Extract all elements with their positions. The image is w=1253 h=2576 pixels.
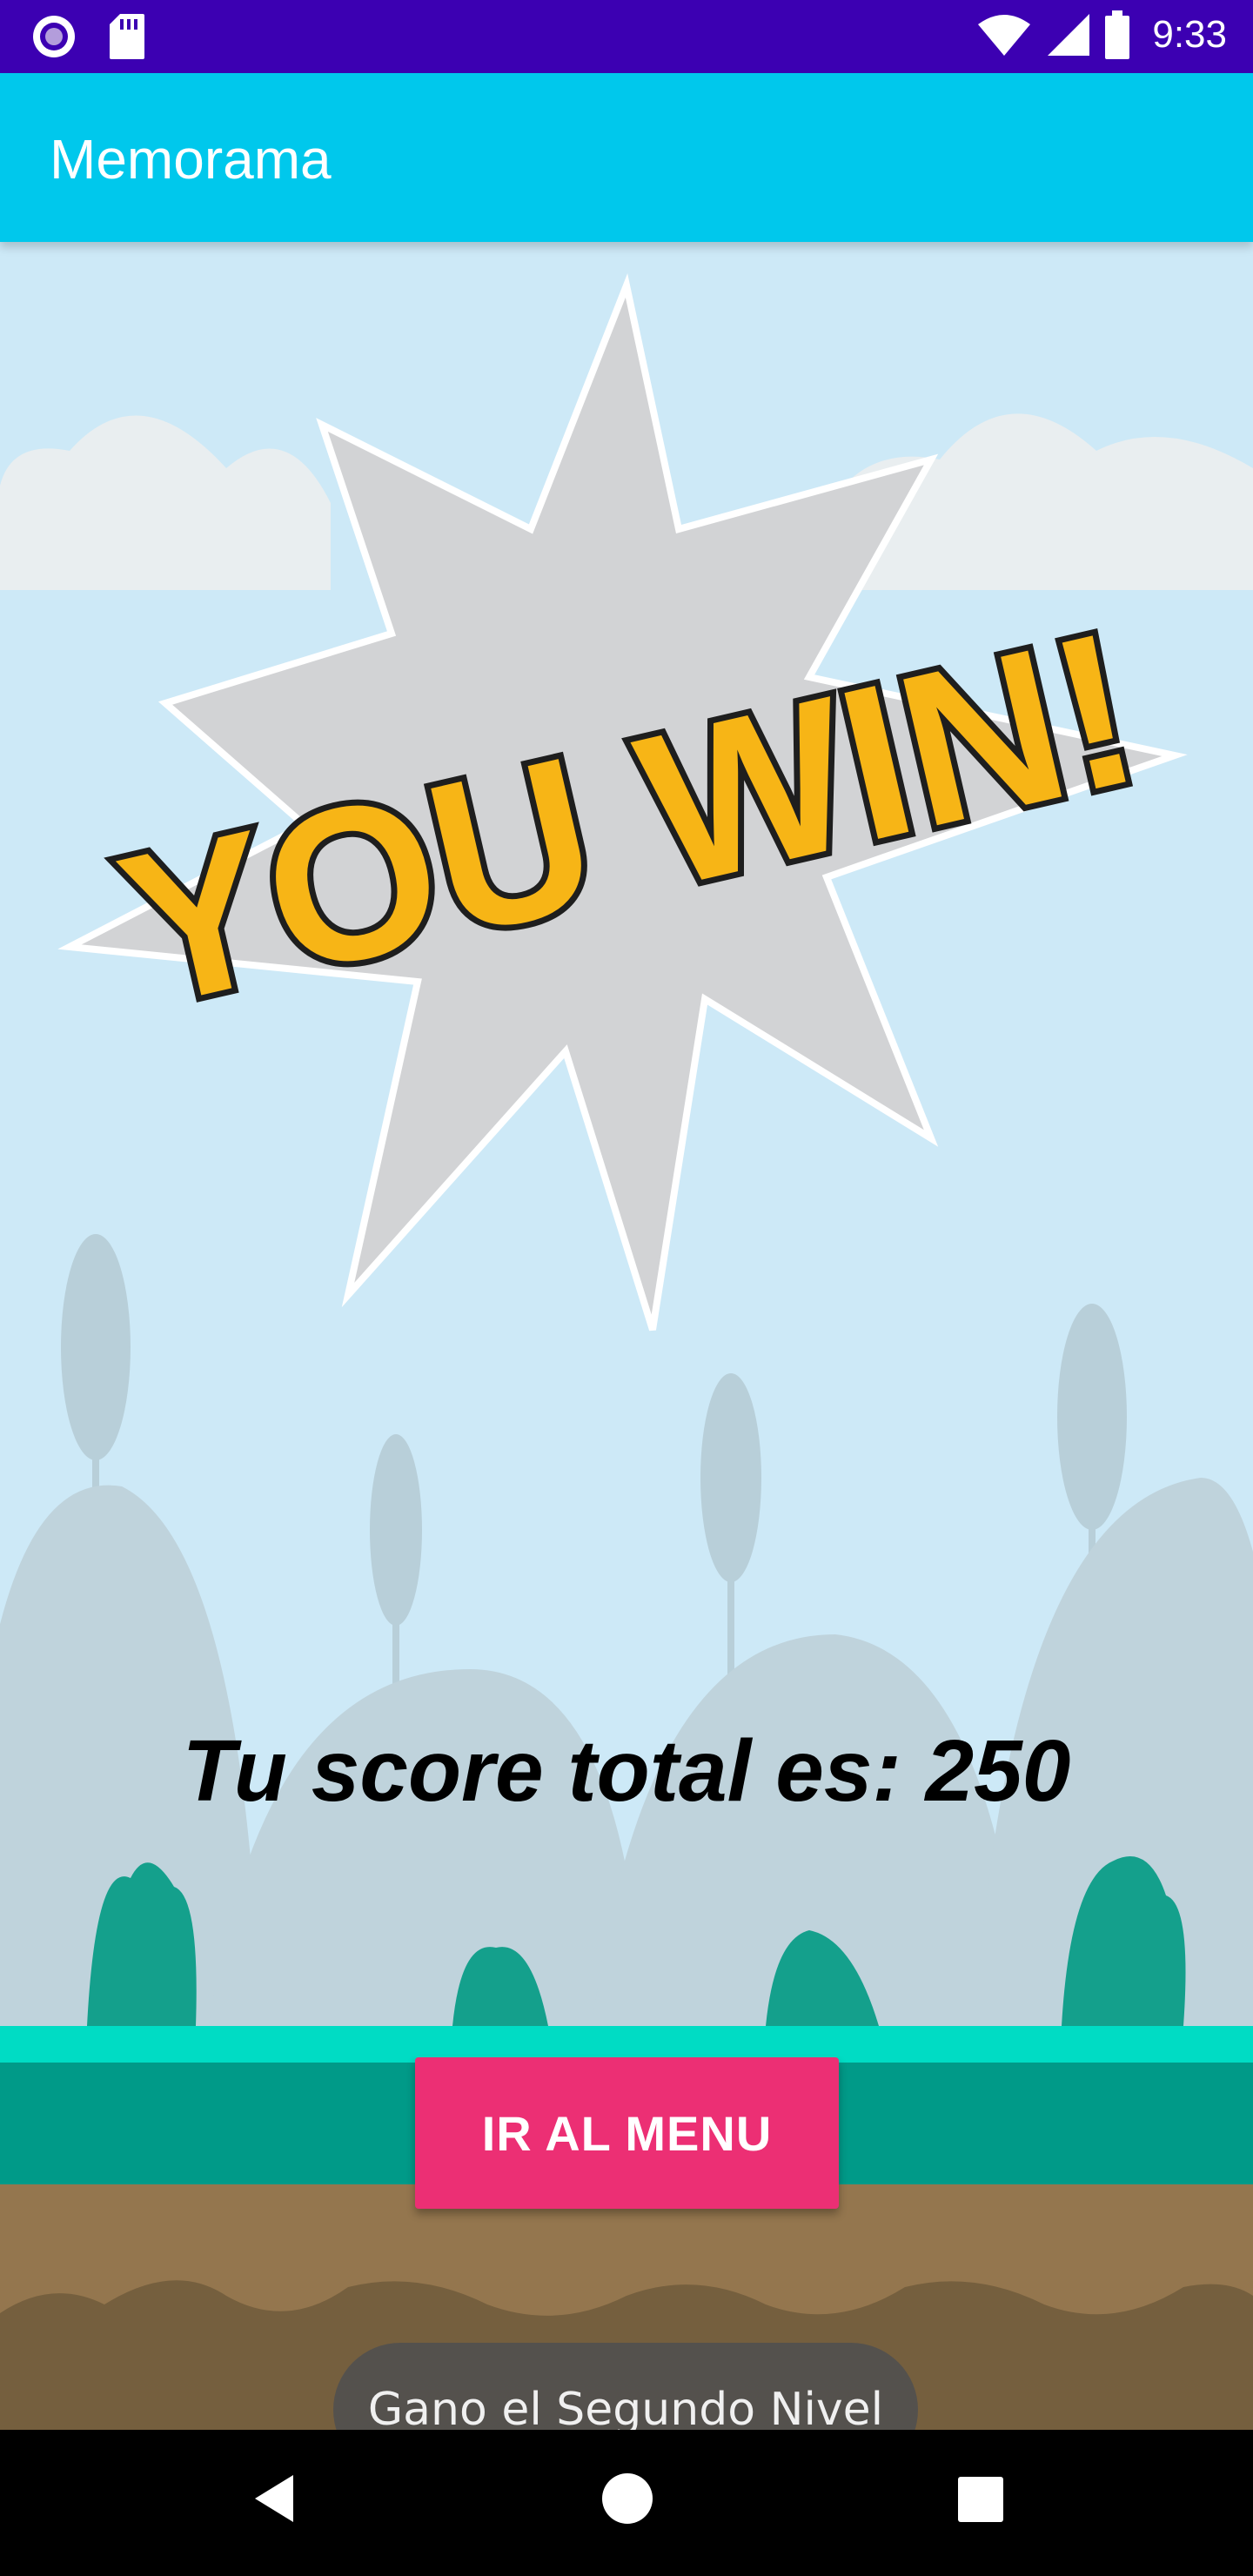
home-icon[interactable]: [597, 2468, 658, 2529]
you-win-banner: YOU WIN!: [57, 273, 1188, 1332]
sd-card-icon: [110, 14, 144, 59]
menu-button[interactable]: IR AL MENU: [415, 2057, 839, 2209]
wifi-icon: [978, 15, 1031, 56]
status-time: 9:33: [1152, 13, 1227, 56]
score-text: Tu score total es: 250: [182, 1722, 1071, 1820]
signal-icon: [1048, 14, 1090, 56]
app-bar: Memorama: [0, 73, 1253, 242]
navigation-bar: [0, 2430, 1253, 2576]
battery-icon: [1105, 10, 1130, 59]
notification-circle-icon: [33, 16, 75, 57]
status-bar: 9:33: [0, 0, 1253, 73]
recents-icon[interactable]: [955, 2468, 1007, 2529]
game-scene: YOU WIN! Tu score total es: 250 IR AL ME…: [0, 242, 1253, 2477]
back-icon[interactable]: [248, 2468, 300, 2529]
app-title: Memorama: [50, 128, 332, 191]
